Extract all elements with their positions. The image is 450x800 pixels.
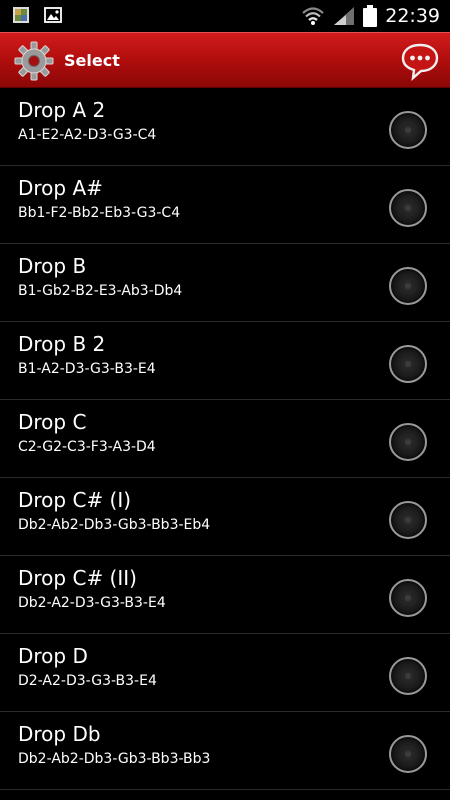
- tuning-name: Drop B 2: [18, 332, 106, 356]
- list-item[interactable]: Drop D D2-A2-D3-G3-B3-E4: [0, 634, 450, 712]
- chat-bubble-icon[interactable]: [400, 41, 440, 81]
- radio-dot-icon: [405, 517, 411, 523]
- wifi-icon: [302, 7, 324, 25]
- tuning-notes: B1-Gb2-B2-E3-Ab3-Db4: [18, 283, 183, 299]
- radio-dot-icon: [405, 439, 411, 445]
- gear-icon[interactable]: [13, 40, 55, 82]
- list-item[interactable]: Drop A 2 A1-E2-A2-D3-G3-C4: [0, 88, 450, 166]
- tuning-name: Drop C: [18, 410, 87, 434]
- radio-dot-icon: [405, 127, 411, 133]
- action-bar: Select: [0, 32, 450, 88]
- gallery-notification-icon: [44, 7, 62, 23]
- action-bar-title: Select: [64, 51, 120, 70]
- radio-button[interactable]: [389, 423, 427, 461]
- list-item[interactable]: Drop C# (I) Db2-Ab2-Db3-Gb3-Bb3-Eb4: [0, 478, 450, 556]
- system-icons: 22:39: [301, 4, 440, 28]
- radio-button[interactable]: [389, 345, 427, 383]
- notification-icons: [12, 6, 62, 24]
- list-item[interactable]: Drop A# Bb1-F2-Bb2-Eb3-G3-C4: [0, 166, 450, 244]
- tuning-notes: Db2-Ab2-Db3-Gb3-Bb3-Eb4: [18, 517, 211, 533]
- radio-button[interactable]: [389, 501, 427, 539]
- list-item[interactable]: Drop C# (II) Db2-A2-D3-G3-B3-E4: [0, 556, 450, 634]
- tuning-name: Drop Db: [18, 722, 101, 746]
- radio-button[interactable]: [389, 111, 427, 149]
- radio-button[interactable]: [389, 579, 427, 617]
- tuning-name: Drop C# (I): [18, 488, 132, 512]
- radio-button[interactable]: [389, 267, 427, 305]
- tuning-name: Drop A 2: [18, 98, 106, 122]
- radio-button[interactable]: [389, 657, 427, 695]
- tuning-name: Drop C# (II): [18, 566, 137, 590]
- radio-dot-icon: [405, 205, 411, 211]
- clock: 22:39: [385, 5, 440, 27]
- list-item[interactable]: Drop Db Db2-Ab2-Db3-Gb3-Bb3-Bb3: [0, 712, 450, 790]
- tuning-notes: Db2-A2-D3-G3-B3-E4: [18, 595, 166, 611]
- radio-button[interactable]: [389, 189, 427, 227]
- tuning-notes: D2-A2-D3-G3-B3-E4: [18, 673, 157, 689]
- status-bar: 22:39: [0, 0, 450, 32]
- tuning-name: Drop A#: [18, 176, 103, 200]
- radio-dot-icon: [405, 283, 411, 289]
- photo-notification-icon: [13, 7, 29, 23]
- list-item[interactable]: Drop B B1-Gb2-B2-E3-Ab3-Db4: [0, 244, 450, 322]
- tuning-notes: A1-E2-A2-D3-G3-C4: [18, 127, 157, 143]
- signal-icon: [334, 7, 355, 25]
- tuning-name: Drop D: [18, 644, 88, 668]
- tuning-notes: C2-G2-C3-F3-A3-D4: [18, 439, 156, 455]
- tuning-notes: Bb1-F2-Bb2-Eb3-G3-C4: [18, 205, 181, 221]
- radio-button[interactable]: [389, 735, 427, 773]
- tuning-name: Drop B: [18, 254, 87, 278]
- tuning-notes: B1-A2-D3-G3-B3-E4: [18, 361, 156, 377]
- list-item[interactable]: Drop C C2-G2-C3-F3-A3-D4: [0, 400, 450, 478]
- radio-dot-icon: [405, 361, 411, 367]
- list-item[interactable]: Drop B 2 B1-A2-D3-G3-B3-E4: [0, 322, 450, 400]
- battery-icon: [363, 5, 378, 27]
- radio-dot-icon: [405, 751, 411, 757]
- radio-dot-icon: [405, 673, 411, 679]
- radio-dot-icon: [405, 595, 411, 601]
- app-screen: 22:39 Select Drop A 2 A1-E2-A2-D3-G3-C4 …: [0, 0, 450, 800]
- tuning-list: Drop A 2 A1-E2-A2-D3-G3-C4 Drop A# Bb1-F…: [0, 88, 450, 790]
- tuning-notes: Db2-Ab2-Db3-Gb3-Bb3-Bb3: [18, 751, 211, 767]
